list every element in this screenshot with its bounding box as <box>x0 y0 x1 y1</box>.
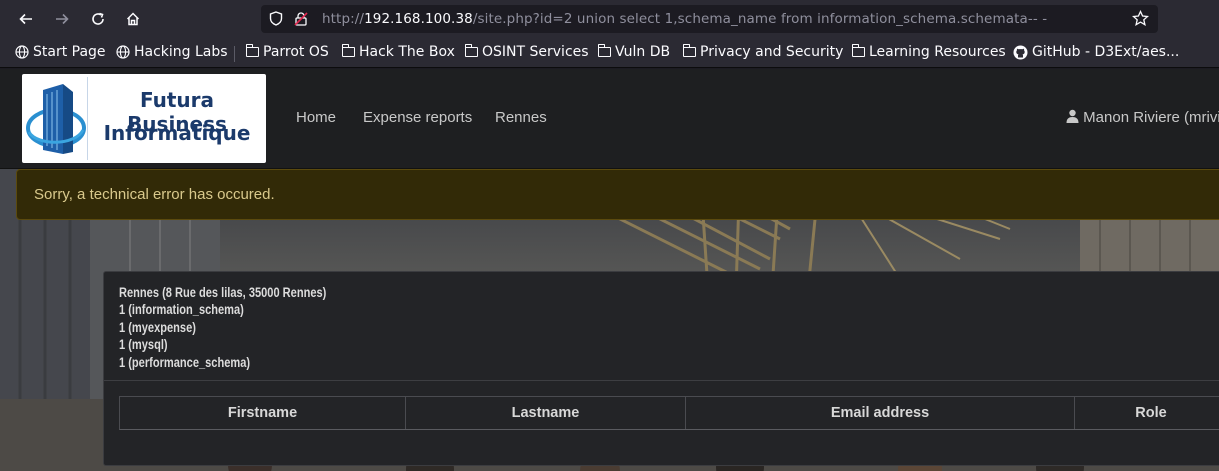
column-lastname[interactable]: Lastname <box>406 397 686 429</box>
user-name: Manon Riviere (mrivie <box>1083 109 1219 126</box>
url-host: 192.168.100.38 <box>364 11 473 27</box>
reload-button[interactable] <box>85 7 111 31</box>
home-button[interactable] <box>120 7 146 31</box>
result-line: 1 (myexpense) <box>119 320 196 335</box>
folder-icon <box>851 44 865 57</box>
bookmark-label: Vuln DB <box>615 44 671 60</box>
arrow-right-icon <box>56 13 69 25</box>
result-line: 1 (information_schema) <box>119 302 244 317</box>
result-line: 1 (performance_schema) <box>119 355 251 370</box>
bookmark-parrot-os[interactable]: Parrot OS <box>245 44 329 60</box>
building-logo-icon <box>26 84 86 154</box>
browser-toolbar: http://192.168.100.38/site.php?id=2 unio… <box>0 0 1219 38</box>
bookmark-privacy-security[interactable]: Privacy and Security <box>682 44 844 60</box>
column-role[interactable]: Role <box>1075 397 1219 429</box>
reload-icon <box>92 12 104 25</box>
insecure-lock-icon[interactable] <box>293 11 309 31</box>
bookmark-label: Privacy and Security <box>700 44 844 60</box>
url-bar[interactable]: http://192.168.100.38/site.php?id=2 unio… <box>261 5 1158 33</box>
bookmark-vuln-db[interactable]: Vuln DB <box>597 44 671 60</box>
bookmarks-bar: Start Page Hacking Labs Parrot OS Hack T… <box>0 38 1219 68</box>
globe-icon <box>116 45 130 59</box>
bookmark-learning-resources[interactable]: Learning Resources <box>851 44 1006 60</box>
folder-icon <box>597 44 611 57</box>
bookmark-label: GitHub - D3Ext/aes... <box>1032 44 1180 60</box>
folder-icon <box>245 44 259 57</box>
bookmark-label: Learning Resources <box>869 44 1006 60</box>
url-text[interactable]: http://192.168.100.38/site.php?id=2 unio… <box>322 11 1047 27</box>
bookmark-label: Hacking Labs <box>134 44 228 60</box>
bookmark-label: Parrot OS <box>263 44 329 60</box>
logo-title-line2: Informatique <box>103 121 251 145</box>
nav-home[interactable]: Home <box>296 109 336 126</box>
back-button[interactable] <box>13 7 39 31</box>
forward-button[interactable] <box>49 7 75 31</box>
bookmark-github[interactable]: GitHub - D3Ext/aes... <box>1013 44 1179 60</box>
bookmark-start-page[interactable]: Start Page <box>15 44 106 60</box>
folder-icon <box>341 44 355 57</box>
result-line: 1 (mysql) <box>119 337 168 352</box>
company-logo[interactable]: Futura Business Informatique <box>22 74 266 163</box>
bookmark-hacking-labs[interactable]: Hacking Labs <box>116 44 228 60</box>
employees-table: Firstname Lastname Email address Role <box>119 396 1219 430</box>
error-alert: Sorry, a technical error has occured. <box>16 169 1219 220</box>
bookmarks-separator <box>234 46 235 62</box>
nav-expense-reports[interactable]: Expense reports <box>363 109 472 126</box>
column-firstname[interactable]: Firstname <box>120 397 406 429</box>
bookmark-label: Hack The Box <box>359 44 455 60</box>
nav-rennes[interactable]: Rennes <box>495 109 547 126</box>
agency-card: Rennes (8 Rue des lilas, 35000 Rennes) 1… <box>103 271 1219 466</box>
card-header: Rennes (8 Rue des lilas, 35000 Rennes) 1… <box>104 272 1219 381</box>
user-icon <box>1066 109 1079 123</box>
url-path: /site.php?id=2 union select 1,schema_nam… <box>472 11 1048 27</box>
github-icon <box>1013 45 1028 59</box>
folder-icon <box>464 44 478 57</box>
alert-message: Sorry, a technical error has occured. <box>34 186 275 203</box>
bookmark-label: OSINT Services <box>482 44 589 60</box>
star-icon[interactable] <box>1131 9 1150 31</box>
bookmark-hack-the-box[interactable]: Hack The Box <box>341 44 455 60</box>
folder-icon <box>682 44 696 57</box>
site-navbar: Futura Business Informatique Home Expens… <box>0 69 1219 169</box>
bookmark-osint-services[interactable]: OSINT Services <box>464 44 589 60</box>
globe-icon <box>15 45 29 59</box>
shield-icon[interactable] <box>269 11 283 30</box>
bookmark-label: Start Page <box>33 44 106 60</box>
column-email[interactable]: Email address <box>686 397 1075 429</box>
url-prefix: http:// <box>322 11 365 27</box>
web-page: Futura Business Informatique Home Expens… <box>0 69 1219 471</box>
home-icon <box>126 12 140 26</box>
agency-address: Rennes (8 Rue des lilas, 35000 Rennes) <box>119 285 327 300</box>
user-menu[interactable]: Manon Riviere (mrivie <box>1066 109 1219 126</box>
arrow-left-icon <box>19 13 32 25</box>
